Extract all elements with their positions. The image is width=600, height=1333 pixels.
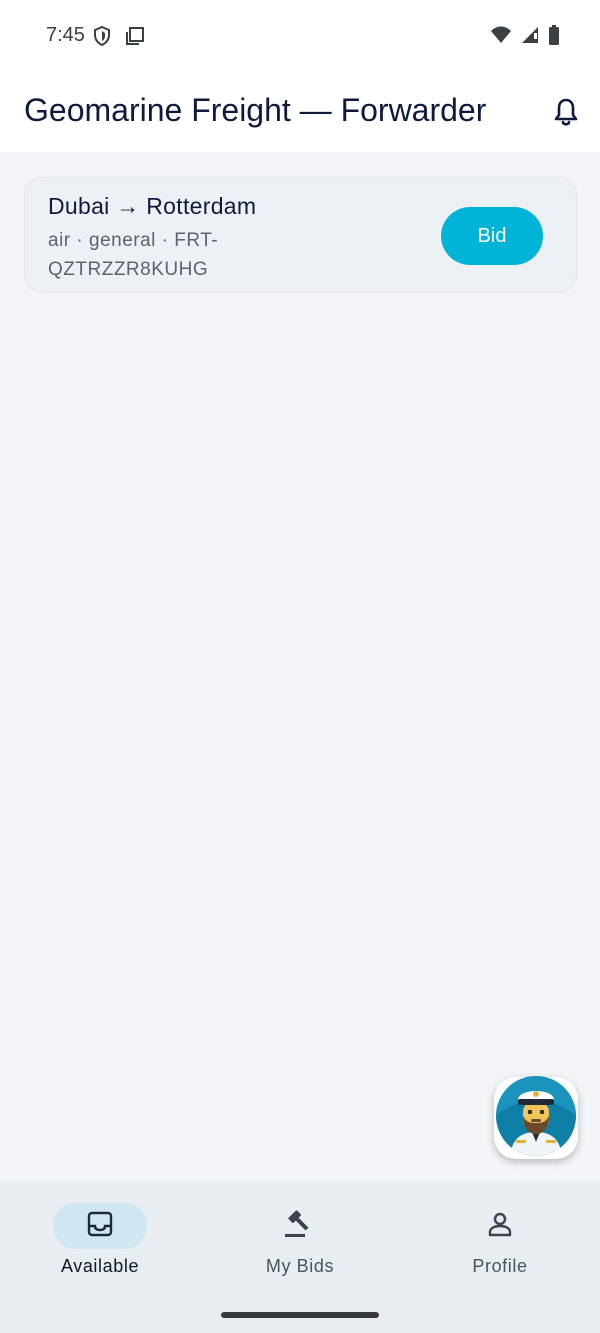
battery-icon bbox=[548, 25, 560, 50]
nav-item-profile[interactable]: Profile bbox=[400, 1201, 600, 1281]
assistant-avatar-button[interactable] bbox=[494, 1075, 578, 1161]
nav-icon-container bbox=[453, 1203, 547, 1249]
shipment-route: Dubai → Rotterdam bbox=[48, 193, 257, 219]
available-shipments-list: Dubai → Rotterdam air · general · FRT-QZ… bbox=[0, 152, 600, 1181]
app-bar: Geomarine Freight — Forwarder bbox=[0, 72, 600, 152]
status-left-icons bbox=[92, 25, 146, 52]
wifi-icon bbox=[490, 25, 512, 50]
nav-icon-container bbox=[253, 1203, 347, 1249]
captain-avatar-icon bbox=[496, 1075, 576, 1161]
gavel-icon bbox=[283, 1209, 317, 1244]
shield-icon bbox=[92, 25, 112, 52]
copy-icon bbox=[124, 25, 146, 52]
nav-active-indicator bbox=[53, 1203, 147, 1249]
page-title: Geomarine Freight — Forwarder bbox=[24, 92, 487, 128]
notifications-button[interactable] bbox=[546, 94, 586, 134]
bottom-navigation: Available My Bids Profile bbox=[0, 1181, 600, 1333]
nav-label-available: Available bbox=[60, 1256, 140, 1276]
nav-label-my-bids: My Bids bbox=[265, 1256, 335, 1276]
shipment-card[interactable]: Dubai → Rotterdam air · general · FRT-QZ… bbox=[24, 177, 577, 293]
nav-label-profile: Profile bbox=[472, 1256, 528, 1276]
status-bar: 7:45 bbox=[0, 0, 600, 72]
nav-item-my-bids[interactable]: My Bids bbox=[200, 1201, 400, 1281]
nav-item-available[interactable]: Available bbox=[0, 1201, 200, 1281]
person-icon bbox=[486, 1210, 514, 1243]
status-time: 7:45 bbox=[46, 24, 85, 46]
shipment-meta: air · general · FRT-QZTRZZR8KUHG bbox=[48, 230, 219, 280]
gesture-handle[interactable] bbox=[221, 1312, 379, 1318]
bid-button[interactable]: Bid bbox=[441, 207, 543, 265]
cellular-signal-icon bbox=[520, 25, 540, 50]
status-right-icons bbox=[490, 25, 560, 50]
inbox-icon bbox=[86, 1210, 114, 1243]
bell-icon bbox=[553, 97, 579, 132]
